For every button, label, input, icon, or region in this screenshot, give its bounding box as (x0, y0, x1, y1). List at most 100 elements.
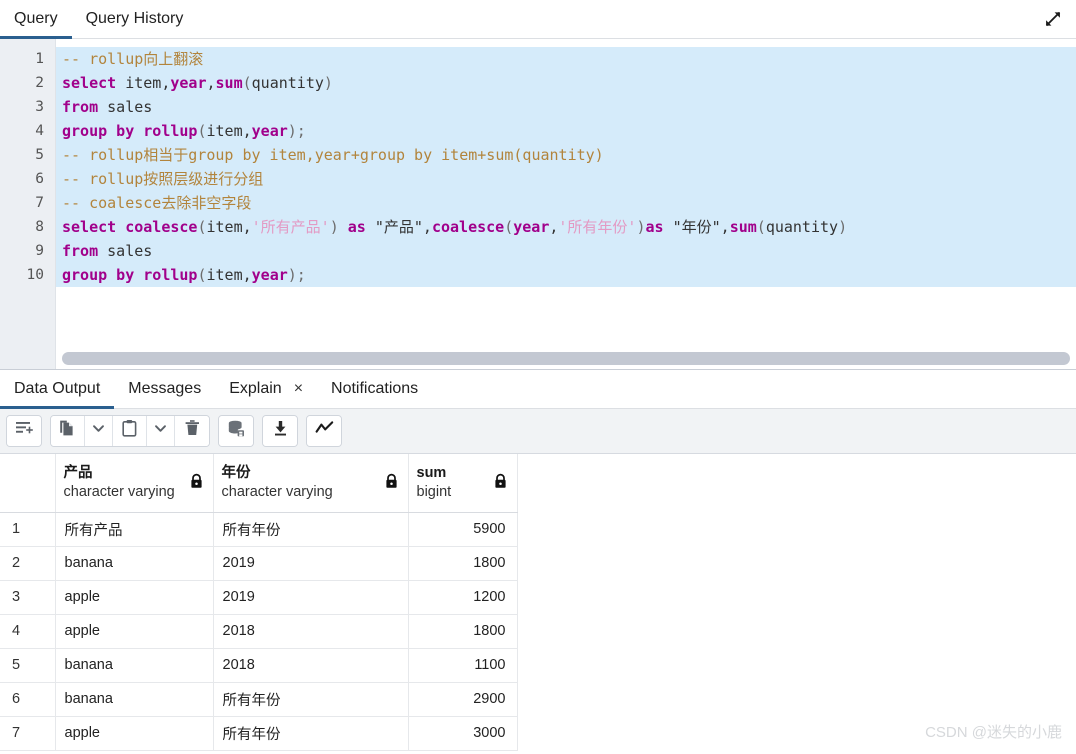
row-number[interactable]: 5 (0, 648, 56, 683)
row-number[interactable]: 6 (0, 682, 56, 717)
lock-icon (189, 473, 204, 493)
graph-visualiser-button[interactable] (307, 416, 341, 446)
code-line[interactable]: from sales (56, 239, 1076, 263)
tab-query-label: Query (14, 10, 58, 27)
code-token: -- rollup按照层级进行分组 (62, 170, 264, 188)
line-number: 7 (35, 195, 44, 211)
line-number: 8 (35, 219, 44, 235)
column-header-product[interactable]: 产品 character varying (55, 454, 214, 513)
table-cell[interactable]: 1100 (408, 648, 518, 683)
table-cell[interactable]: banana (55, 682, 214, 717)
code-token: -- rollup相当于group by item,year+group by … (62, 146, 604, 164)
code-line[interactable]: select coalesce(item,'所有产品') as "产品",coa… (56, 215, 1076, 239)
sql-editor-body[interactable]: 1 2 3 4 5 6 7 8 9 10 -- rollup向上翻滚 select item,yea… (0, 39, 1076, 369)
column-type-year: character varying (221, 483, 333, 500)
header-row: 产品 character varying 年份 character varyin… (0, 454, 518, 513)
code-line[interactable]: select item,year,sum(quantity) (56, 71, 1076, 95)
sql-editor[interactable]: 1 2 3 4 5 6 7 8 9 10 -- rollup向上翻滚 select item,yea… (0, 39, 1076, 370)
table-cell[interactable]: 3000 (408, 716, 518, 751)
table-row[interactable]: 2 banana 2019 1800 (0, 546, 518, 581)
result-toolbar (0, 409, 1076, 454)
table-cell[interactable]: 2019 (213, 546, 409, 581)
chevron-down-icon (92, 422, 105, 440)
column-name-product: 产品 (63, 464, 93, 481)
table-cell[interactable]: 1200 (408, 580, 518, 615)
row-number[interactable]: 4 (0, 614, 56, 649)
tab-explain[interactable]: Explain × (215, 370, 317, 408)
table-cell[interactable]: 2018 (213, 648, 409, 683)
tab-query-history[interactable]: Query History (72, 0, 198, 38)
code-line[interactable]: group by rollup(item,year); (56, 119, 1076, 143)
table-cell[interactable]: apple (55, 716, 214, 751)
code-line[interactable]: group by rollup(item,year); (56, 263, 1076, 287)
save-data-changes-button[interactable] (219, 416, 253, 446)
rownum-header (0, 454, 56, 513)
paste-button[interactable] (113, 416, 147, 446)
table-row[interactable]: 7 apple 所有年份 3000 (0, 716, 518, 751)
column-header-year[interactable]: 年份 character varying (213, 454, 409, 513)
code-line[interactable]: -- rollup相当于group by item,year+group by … (56, 143, 1076, 167)
line-number: 5 (35, 147, 44, 163)
copy-options-button[interactable] (85, 416, 113, 446)
table-cell[interactable]: 所有年份 (213, 716, 409, 751)
code-token: ( (197, 122, 207, 140)
expand-diagonal-icon[interactable] (1030, 0, 1076, 38)
code-token: '所有产品' (251, 218, 330, 236)
download-csv-button[interactable] (263, 416, 297, 446)
table-cell[interactable]: 1800 (408, 546, 518, 581)
table-row[interactable]: 3 apple 2019 1200 (0, 580, 518, 615)
row-number[interactable]: 7 (0, 716, 56, 751)
row-number[interactable]: 2 (0, 546, 56, 581)
table-cell[interactable]: banana (55, 546, 214, 581)
table-cell[interactable]: 所有年份 (213, 682, 409, 717)
code-line[interactable]: from sales (56, 95, 1076, 119)
results-table: 产品 character varying 年份 character varyin… (0, 454, 518, 751)
tab-data-output-label: Data Output (14, 380, 101, 397)
sql-code-area[interactable]: -- rollup向上翻滚 select item,year,sum(quanti… (56, 39, 1076, 369)
table-row[interactable]: 5 banana 2018 1100 (0, 648, 518, 683)
tab-data-output[interactable]: Data Output (0, 370, 115, 409)
table-cell[interactable]: apple (55, 580, 214, 615)
code-token: sales (98, 242, 153, 260)
tab-query[interactable]: Query (0, 0, 72, 39)
delete-row-button[interactable] (175, 416, 209, 446)
add-row-button[interactable] (7, 416, 41, 446)
results-header: 产品 character varying 年份 character varyin… (0, 454, 518, 513)
code-token: sum (215, 74, 243, 92)
tab-explain-label: Explain (229, 380, 282, 397)
column-header-sum[interactable]: sum bigint (408, 454, 518, 513)
table-cell[interactable]: banana (55, 648, 214, 683)
code-line[interactable]: -- coalesce去除非空字段 (56, 191, 1076, 215)
code-token: item, (206, 218, 252, 236)
copy-button[interactable] (51, 416, 85, 446)
line-number: 3 (35, 99, 44, 115)
table-cell[interactable]: 2018 (213, 614, 409, 649)
code-token: year (251, 122, 288, 140)
code-token: -- coalesce去除非空字段 (62, 194, 252, 212)
line-number: 1 (35, 51, 44, 67)
code-token: coalesce (431, 218, 505, 236)
table-cell[interactable]: 所有年份 (213, 512, 409, 547)
row-number[interactable]: 1 (0, 512, 56, 547)
code-line[interactable]: -- rollup向上翻滚 (56, 47, 1076, 71)
results-body: 1 所有产品 所有年份 5900 2 banana 2019 1800 3 apple 2019 12… (0, 512, 518, 751)
table-cell[interactable]: 2019 (213, 580, 409, 615)
paste-options-button[interactable] (147, 416, 175, 446)
table-cell[interactable]: 1800 (408, 614, 518, 649)
tab-notifications[interactable]: Notifications (317, 370, 432, 408)
table-cell[interactable]: 所有产品 (55, 512, 214, 547)
editor-scrollbar-thumb[interactable] (62, 351, 1070, 365)
table-row[interactable]: 4 apple 2018 1800 (0, 614, 518, 649)
table-cell[interactable]: apple (55, 614, 214, 649)
code-line[interactable]: -- rollup按照层级进行分组 (56, 167, 1076, 191)
table-row[interactable]: 1 所有产品 所有年份 5900 (0, 512, 518, 547)
table-row[interactable]: 6 banana 所有年份 2900 (0, 682, 518, 717)
close-icon[interactable]: × (294, 381, 303, 397)
tab-messages[interactable]: Messages (114, 370, 215, 408)
results-grid[interactable]: 产品 character varying 年份 character varyin… (0, 454, 1076, 754)
table-cell[interactable]: 2900 (408, 682, 518, 717)
row-number[interactable]: 3 (0, 580, 56, 615)
table-cell[interactable]: 5900 (408, 512, 518, 547)
editor-horizontal-scrollbar[interactable] (56, 347, 1076, 369)
